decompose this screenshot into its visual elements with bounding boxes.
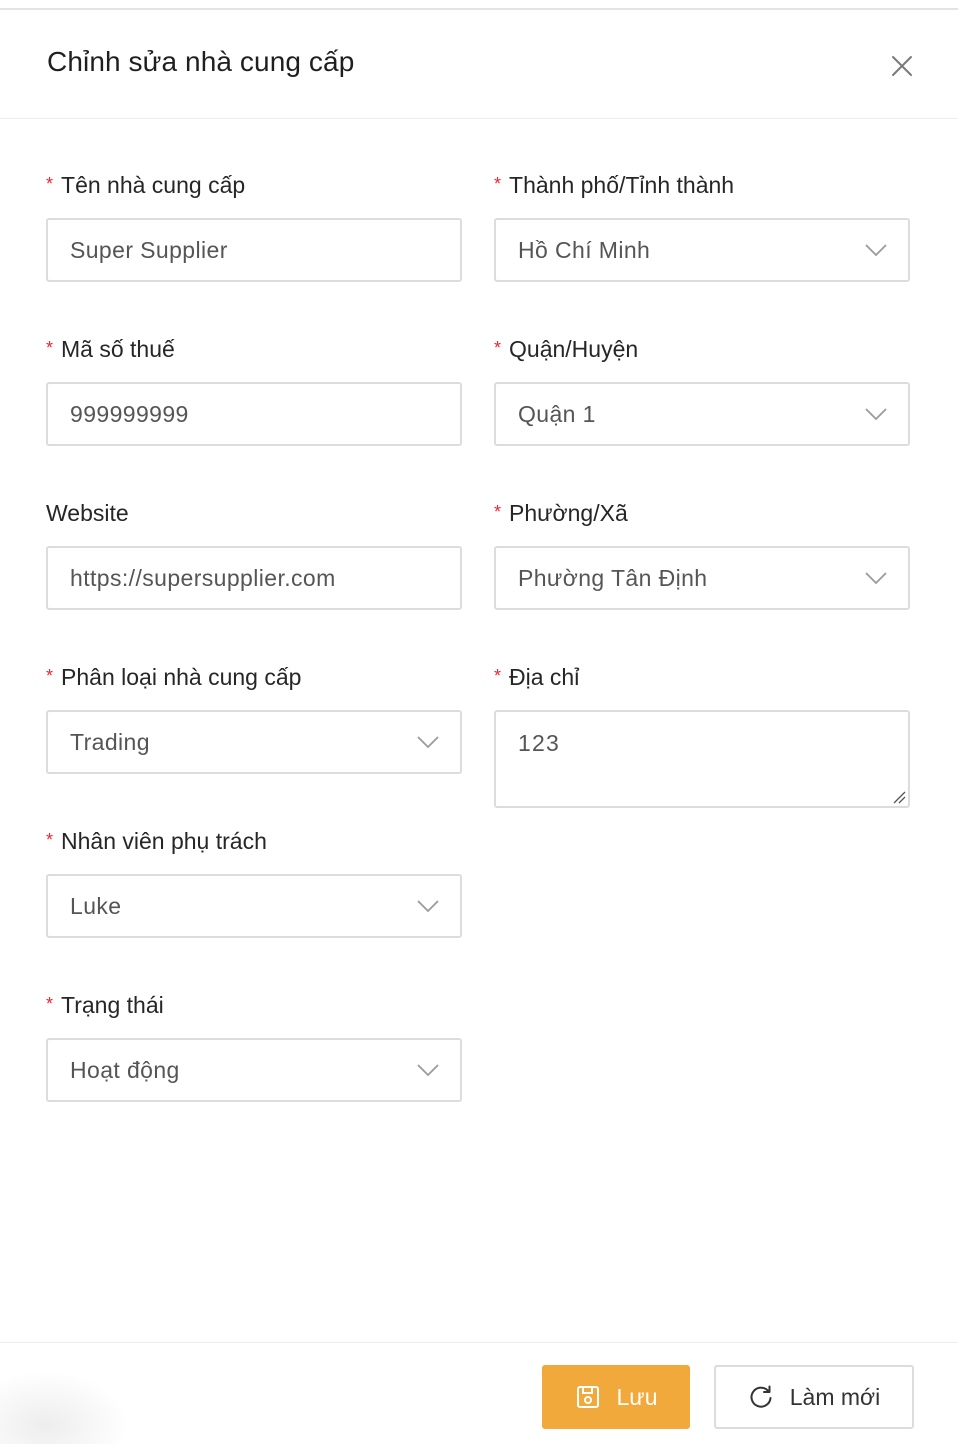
save-label: Lưu (616, 1383, 658, 1410)
tax-code-value: 999999999 (70, 401, 189, 427)
required-marker: * (46, 174, 54, 194)
dialog-title: Chỉnh sửa nhà cung cấp (47, 46, 355, 77)
supplier-name-input[interactable]: Super Supplier (46, 218, 462, 282)
district-label: * Quận/Huyện (494, 336, 639, 362)
website-input[interactable]: https://supersupplier.com (46, 546, 462, 610)
close-icon (892, 56, 912, 76)
website-label: Website (46, 500, 129, 526)
website-field: Website https://supersupplier.com (46, 498, 462, 610)
dialog-footer: Lưu Làm mới (0, 1342, 958, 1444)
district-field: * Quận/Huyện Quận 1 (494, 334, 910, 446)
website-value: https://supersupplier.com (70, 565, 336, 591)
supplier-name-label: * Tên nhà cung cấp (46, 172, 246, 198)
staff-field: * Nhân viên phụ trách Luke (46, 826, 462, 938)
save-button[interactable]: Lưu (542, 1365, 690, 1429)
address-label: * Địa chỉ (494, 664, 580, 690)
staff-value: Luke (70, 893, 122, 919)
address-value: 123 (518, 730, 560, 756)
category-field: * Phân loại nhà cung cấp Trading (46, 662, 462, 774)
district-select[interactable]: Quận 1 (494, 382, 910, 446)
reset-label: Làm mới (789, 1383, 881, 1410)
required-marker: * (46, 338, 54, 358)
chevron-down-icon (865, 408, 887, 421)
dialog-header: Chỉnh sửa nhà cung cấp (0, 10, 958, 119)
district-value: Quận 1 (518, 401, 596, 427)
required-marker: * (494, 666, 502, 686)
ward-value: Phường Tân Định (518, 565, 708, 591)
tax-code-input[interactable]: 999999999 (46, 382, 462, 446)
staff-label: * Nhân viên phụ trách (46, 828, 267, 854)
required-marker: * (46, 666, 54, 686)
status-label: * Trạng thái (46, 992, 164, 1018)
chevron-down-icon (417, 1064, 439, 1077)
required-marker: * (494, 502, 502, 522)
city-select[interactable]: Hồ Chí Minh (494, 218, 910, 282)
refresh-icon (750, 1385, 772, 1408)
close-button[interactable] (884, 48, 920, 84)
tax-code-label: * Mã số thuế (46, 336, 175, 362)
status-select[interactable]: Hoạt động (46, 1038, 462, 1102)
status-field: * Trạng thái Hoạt động (46, 990, 462, 1102)
ward-select[interactable]: Phường Tân Định (494, 546, 910, 610)
city-label: * Thành phố/Tỉnh thành (494, 172, 735, 198)
category-select[interactable]: Trading (46, 710, 462, 774)
supplier-name-field: * Tên nhà cung cấp Super Supplier (46, 170, 462, 282)
chevron-down-icon (417, 900, 439, 913)
save-icon (576, 1386, 599, 1408)
required-marker: * (494, 338, 502, 358)
address-field: * Địa chỉ 123 (494, 662, 910, 808)
city-value: Hồ Chí Minh (518, 237, 651, 263)
tax-code-field: * Mã số thuế 999999999 (46, 334, 462, 446)
ward-label: * Phường/Xã (494, 500, 628, 526)
category-value: Trading (70, 729, 150, 755)
chevron-down-icon (865, 244, 887, 257)
required-marker: * (46, 994, 54, 1014)
required-marker: * (46, 830, 54, 850)
resize-handle-icon[interactable] (891, 789, 907, 805)
ward-field: * Phường/Xã Phường Tân Định (494, 498, 910, 610)
status-value: Hoạt động (70, 1057, 180, 1083)
staff-select[interactable]: Luke (46, 874, 462, 938)
category-label: * Phân loại nhà cung cấp (46, 664, 302, 690)
chevron-down-icon (417, 736, 439, 749)
required-marker: * (494, 174, 502, 194)
chevron-down-icon (865, 572, 887, 585)
address-textarea[interactable]: 123 (494, 710, 910, 808)
supplier-name-value: Super Supplier (70, 237, 228, 263)
city-field: * Thành phố/Tỉnh thành Hồ Chí Minh (494, 170, 910, 282)
reset-button[interactable]: Làm mới (714, 1365, 914, 1429)
